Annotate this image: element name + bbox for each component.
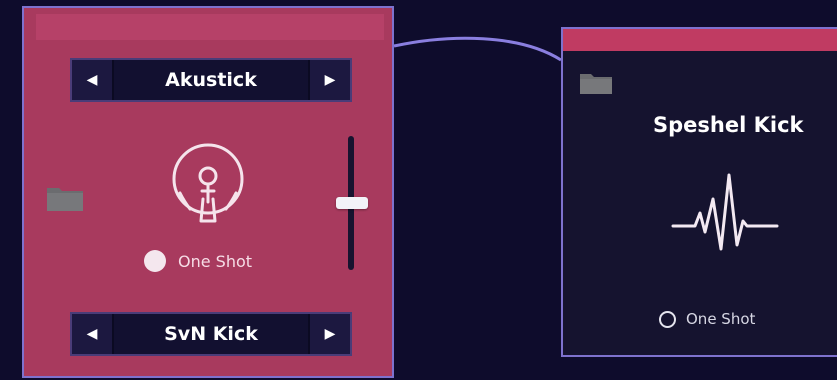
- one-shot-toggle-left[interactable]: One Shot: [144, 250, 252, 272]
- left-instrument-panel: ◀ Akustick ▶ One Shot ◀ SvN Kick ▶: [22, 6, 394, 378]
- top-selector-next-button[interactable]: ▶: [310, 60, 350, 100]
- bottom-selector-prev-button[interactable]: ◀: [72, 314, 112, 354]
- panel-header-strip[interactable]: [36, 14, 384, 40]
- instrument-title: Speshel Kick: [653, 113, 804, 137]
- one-shot-label: One Shot: [178, 251, 253, 271]
- bottom-selector-value: SvN Kick: [112, 314, 310, 354]
- top-sample-selector: ◀ Akustick ▶: [70, 58, 352, 102]
- left-triangle-icon: ◀: [86, 326, 98, 342]
- top-selector-prev-button[interactable]: ◀: [72, 60, 112, 100]
- bottom-selector-next-button[interactable]: ▶: [310, 314, 350, 354]
- right-instrument-panel: Speshel Kick One Shot: [561, 27, 837, 357]
- one-shot-radio-checked[interactable]: [144, 250, 166, 272]
- top-selector-value: Akustick: [112, 60, 310, 100]
- kick-drum-icon: [172, 143, 244, 223]
- one-shot-label: One Shot: [686, 310, 756, 328]
- panel-header-bar[interactable]: [563, 29, 837, 51]
- folder-icon[interactable]: [46, 184, 84, 212]
- right-triangle-icon: ▶: [324, 72, 336, 88]
- folder-icon[interactable]: [579, 71, 613, 95]
- volume-slider-thumb[interactable]: [336, 197, 368, 209]
- bottom-sample-selector: ◀ SvN Kick ▶: [70, 312, 352, 356]
- one-shot-toggle-right[interactable]: One Shot: [659, 310, 755, 328]
- right-triangle-icon: ▶: [324, 326, 336, 342]
- waveform-icon: [671, 173, 779, 251]
- left-triangle-icon: ◀: [86, 72, 98, 88]
- one-shot-radio-unchecked[interactable]: [659, 310, 676, 328]
